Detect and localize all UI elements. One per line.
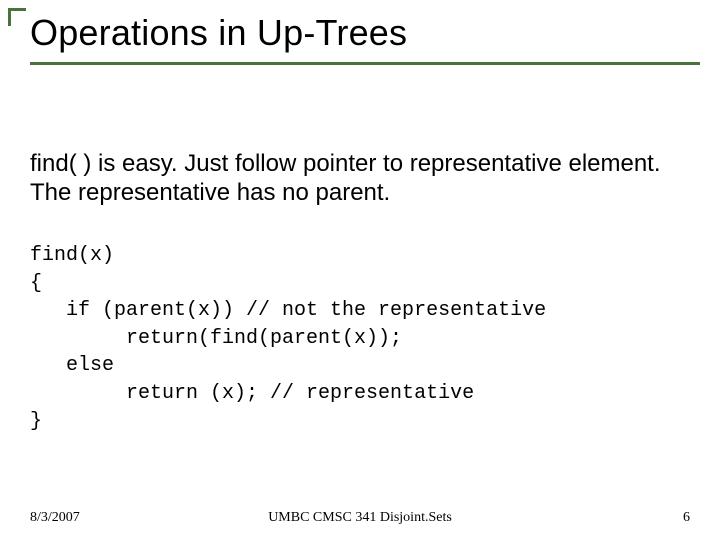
footer-center: UMBC CMSC 341 Disjoint.Sets — [268, 510, 452, 526]
slide-title: Operations in Up-Trees — [30, 12, 700, 54]
footer: 8/3/2007 UMBC CMSC 341 Disjoint.Sets 6 — [30, 510, 690, 526]
title-container: Operations in Up-Trees — [30, 12, 700, 65]
corner-decoration — [8, 8, 26, 26]
code-block: find(x) { if (parent(x)) // not the repr… — [30, 242, 690, 435]
footer-date: 8/3/2007 — [30, 510, 80, 526]
body-paragraph: find( ) is easy. Just follow pointer to … — [30, 150, 690, 208]
footer-page: 6 — [683, 510, 690, 526]
